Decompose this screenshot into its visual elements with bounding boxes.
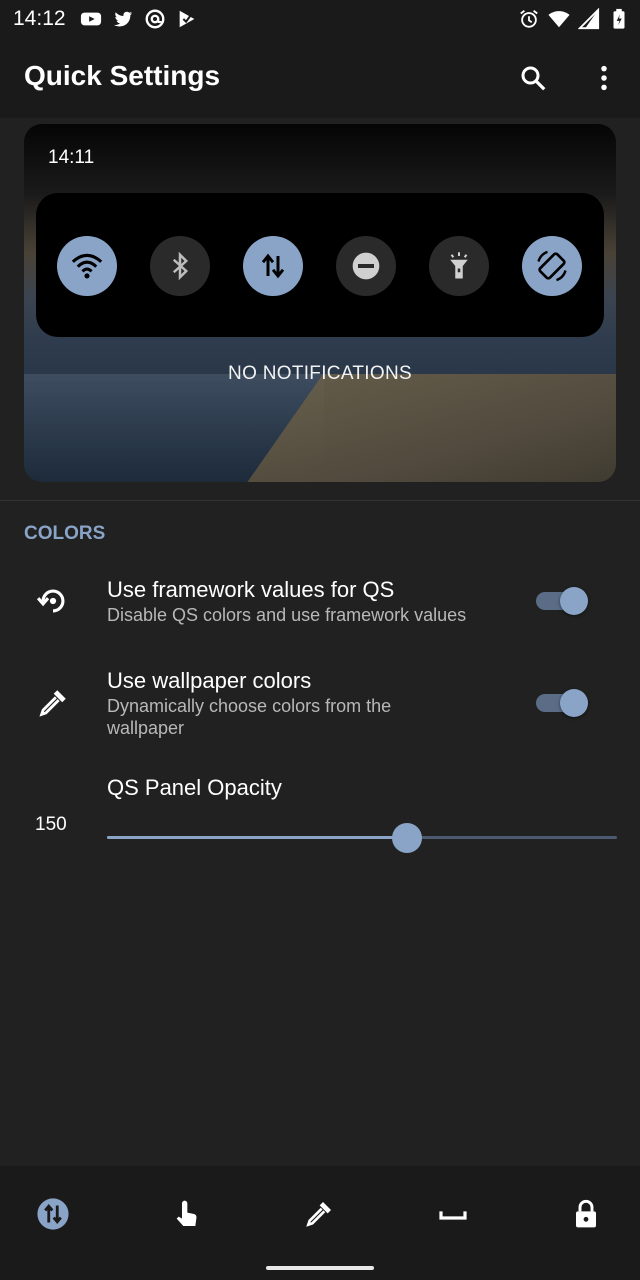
nav-lockscreen[interactable] — [566, 1194, 606, 1234]
opacity-title: QS Panel Opacity — [107, 775, 282, 800]
auto-rotate-icon — [537, 250, 567, 282]
opacity-value: 150 — [35, 814, 67, 835]
preview-time: 14:11 — [48, 147, 95, 168]
tile-bluetooth[interactable] — [150, 236, 210, 296]
pref-summary: Disable QS colors and use framework valu… — [107, 605, 467, 625]
tile-do-not-disturb[interactable] — [336, 236, 396, 296]
twitter-icon — [113, 11, 133, 27]
pref-title: Use wallpaper colors — [107, 668, 312, 693]
pref-summary: Dynamically choose colors from the wallp… — [107, 696, 392, 738]
status-system-icons — [518, 8, 630, 30]
nav-gestures[interactable] — [166, 1194, 206, 1234]
youtube-icon — [80, 12, 102, 26]
nav-colors[interactable] — [299, 1194, 339, 1234]
wallpaper-colors-switch[interactable] — [536, 689, 592, 717]
nav-spacing[interactable] — [433, 1194, 473, 1234]
framework-values-switch[interactable] — [536, 587, 592, 615]
switch-thumb — [560, 587, 588, 615]
section-divider — [0, 500, 640, 501]
lock-icon — [576, 1199, 596, 1228]
eyedropper-icon — [39, 690, 66, 717]
wifi-icon — [71, 253, 103, 279]
do-not-disturb-icon — [352, 252, 380, 280]
status-bar: 14:12 — [0, 0, 640, 40]
search-icon — [521, 66, 546, 91]
alarm-icon — [520, 10, 538, 28]
eyedropper-icon — [306, 1202, 331, 1227]
restore-icon — [36, 589, 65, 613]
gesture-handle[interactable] — [266, 1266, 374, 1270]
pref-title: Use framework values for QS — [107, 577, 395, 602]
at-sign-icon — [145, 9, 165, 29]
space-bar-icon — [439, 1211, 467, 1220]
more-vert-icon — [601, 65, 607, 91]
check-play-icon — [179, 10, 195, 28]
slider-fill — [107, 836, 407, 839]
battery-icon — [613, 8, 625, 29]
colors-section-header: COLORS — [24, 523, 106, 544]
wifi-icon — [548, 11, 570, 28]
tiles-icon — [37, 1198, 69, 1230]
status-notification-icons — [80, 8, 198, 30]
no-notifications-label: NO NOTIFICATIONS — [228, 363, 412, 384]
qs-preview: 14:11 NO NOTIFICATIONS — [24, 124, 616, 482]
tile-auto-rotate[interactable] — [522, 236, 582, 296]
page-title: Quick Settings — [24, 60, 221, 91]
search-button[interactable] — [515, 60, 551, 96]
mobile-data-icon — [261, 253, 285, 279]
switch-thumb — [560, 689, 588, 717]
slider-thumb[interactable] — [392, 823, 422, 853]
status-time: 14:12 — [13, 7, 66, 30]
qs-panel — [36, 193, 604, 337]
nav-tiles[interactable] — [33, 1194, 73, 1234]
tile-flashlight[interactable] — [429, 236, 489, 296]
touch-icon — [176, 1200, 197, 1226]
app-bar: Quick Settings — [0, 40, 640, 118]
tile-wifi[interactable] — [57, 236, 117, 296]
overflow-menu-button[interactable] — [586, 60, 622, 96]
opacity-slider[interactable] — [107, 823, 617, 853]
tile-mobile-data[interactable] — [243, 236, 303, 296]
bluetooth-icon — [172, 251, 189, 281]
bottom-navigation — [0, 1166, 640, 1280]
flashlight-icon — [450, 252, 468, 279]
signal-icon — [578, 8, 600, 30]
